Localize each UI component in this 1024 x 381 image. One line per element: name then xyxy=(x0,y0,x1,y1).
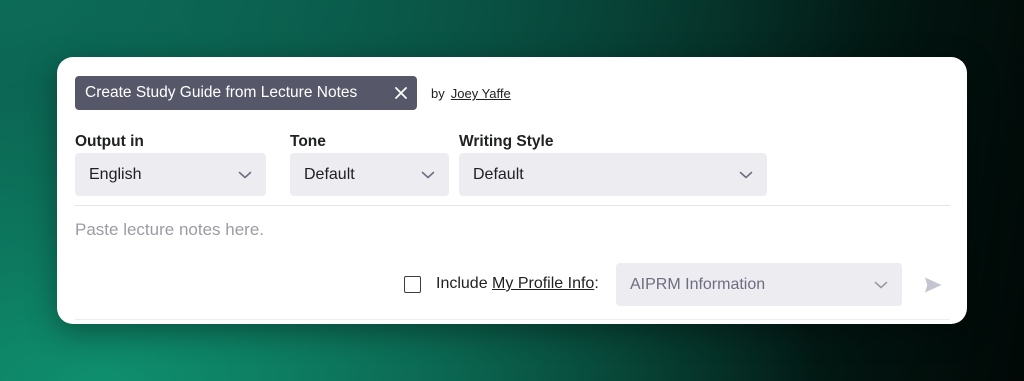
author-link[interactable]: Joey Yaffe xyxy=(451,86,511,101)
writing-style-value: Default xyxy=(473,165,524,183)
include-label: Include xyxy=(436,275,488,292)
by-label: by xyxy=(431,86,445,101)
send-icon xyxy=(923,275,943,295)
chevron-down-icon xyxy=(421,171,435,179)
close-icon[interactable] xyxy=(385,86,417,100)
card-bottom-edge xyxy=(75,319,950,324)
output-language-value: English xyxy=(89,165,142,183)
chevron-down-icon xyxy=(739,171,753,179)
output-language-select[interactable]: English xyxy=(75,153,266,196)
writing-style-label: Writing Style xyxy=(459,133,554,150)
prompt-author: by Joey Yaffe xyxy=(431,86,511,101)
colon: : xyxy=(594,275,599,292)
active-prompt-chip[interactable]: Create Study Guide from Lecture Notes xyxy=(75,76,417,110)
aiprm-info-value: AIPRM Information xyxy=(630,275,766,293)
tone-select[interactable]: Default xyxy=(290,153,449,196)
output-language-label: Output in xyxy=(75,133,144,150)
send-button[interactable] xyxy=(921,273,945,297)
prompt-card: Create Study Guide from Lecture Notes by… xyxy=(57,57,967,324)
my-profile-info-link[interactable]: My Profile Info xyxy=(492,275,594,292)
include-profile-checkbox[interactable] xyxy=(404,276,421,293)
active-prompt-title: Create Study Guide from Lecture Notes xyxy=(85,84,358,101)
lecture-notes-input[interactable] xyxy=(75,217,945,243)
chevron-down-icon xyxy=(238,171,252,179)
include-profile-label: Include My Profile Info: xyxy=(436,275,599,293)
tone-value: Default xyxy=(304,165,355,183)
writing-style-select[interactable]: Default xyxy=(459,153,767,196)
chevron-down-icon xyxy=(874,281,888,289)
divider xyxy=(75,205,950,206)
aiprm-info-select[interactable]: AIPRM Information xyxy=(616,263,902,306)
tone-label: Tone xyxy=(290,133,326,150)
